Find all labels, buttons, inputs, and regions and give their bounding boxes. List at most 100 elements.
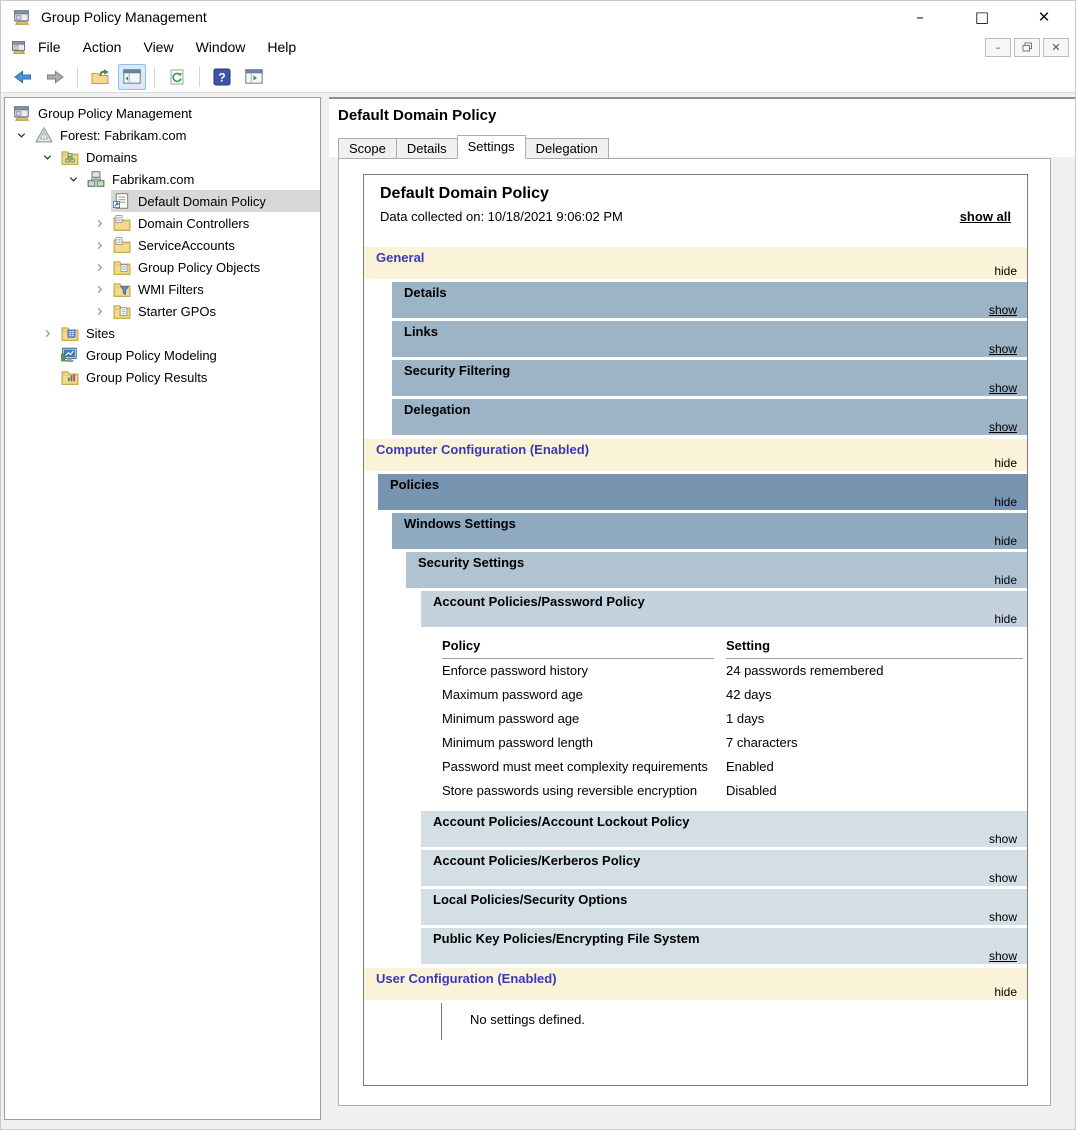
menu-bar: File Action View Window Help – ✕: [1, 33, 1075, 61]
section-user-configuration: User Configuration (Enabled) hide: [364, 968, 1027, 1000]
tree-item-forest[interactable]: Forest: Fabrikam.com: [5, 124, 320, 146]
chevron-down-icon[interactable]: [9, 130, 33, 141]
user-configuration-hide-link[interactable]: hide: [994, 985, 1017, 999]
forward-arrow-icon: [46, 70, 64, 84]
tab-strip: Scope Details Settings Delegation: [338, 135, 608, 159]
chevron-right-icon[interactable]: [87, 218, 111, 229]
starter-gpo-folder-icon: [113, 302, 131, 320]
tree-item-domains[interactable]: Domains: [5, 146, 320, 168]
section-delegation-show-link[interactable]: show: [989, 420, 1017, 434]
policies-hide-link[interactable]: hide: [994, 495, 1017, 509]
show-all-link[interactable]: show all: [960, 209, 1011, 224]
section-security-filtering: Security Filtering show: [392, 360, 1027, 396]
no-settings-stub-cell: [364, 1003, 442, 1040]
tree-item-group-policy-modeling[interactable]: Group Policy Modeling: [5, 344, 320, 366]
forward-button[interactable]: [41, 64, 69, 90]
toolbar-separator: [77, 67, 78, 87]
section-general: General hide: [364, 247, 1027, 279]
tree-item-starter-gpos[interactable]: Starter GPOs: [5, 300, 320, 322]
window-close-button[interactable]: ✕: [1013, 1, 1075, 33]
tree-item-serviceaccounts[interactable]: ServiceAccounts: [5, 234, 320, 256]
efs-show-link[interactable]: show: [989, 949, 1017, 963]
toolbar-separator: [199, 67, 200, 87]
tab-delegation[interactable]: Delegation: [525, 138, 609, 159]
security-settings-hide-link[interactable]: hide: [994, 573, 1017, 587]
console-tree-panel: Group Policy Management Forest: Fabrikam…: [4, 97, 321, 1120]
section-windows-settings: Windows Settings hide: [392, 513, 1027, 549]
section-kerberos-policy: Account Policies/Kerberos Policy show: [421, 850, 1027, 886]
window-maximize-button[interactable]: □: [951, 1, 1013, 33]
section-security-options: Local Policies/Security Options show: [421, 889, 1027, 925]
export-list-button[interactable]: [86, 64, 114, 90]
gpo-folder-icon: [113, 258, 131, 276]
section-password-policy: Account Policies/Password Policy hide: [421, 591, 1027, 627]
menu-file[interactable]: File: [27, 35, 72, 59]
export-folder-icon: [91, 69, 109, 85]
console-tree-toggle-button[interactable]: [118, 64, 146, 90]
menu-window[interactable]: Window: [185, 35, 257, 59]
chevron-down-icon[interactable]: [61, 174, 85, 185]
mdi-minimize-button[interactable]: –: [985, 38, 1011, 57]
table-row: Enforce password history 24 passwords re…: [442, 659, 1023, 683]
chevron-right-icon[interactable]: [87, 240, 111, 251]
tab-scope[interactable]: Scope: [338, 138, 397, 159]
section-general-hide-link[interactable]: hide: [994, 264, 1017, 278]
chevron-down-icon[interactable]: [35, 152, 59, 163]
wmi-folder-icon: [113, 280, 131, 298]
tree-item-group-policy-management[interactable]: Group Policy Management: [5, 102, 320, 124]
section-delegation: Delegation show: [392, 399, 1027, 435]
window-minimize-button[interactable]: –: [889, 1, 951, 33]
security-options-show-link[interactable]: show: [989, 910, 1017, 924]
tab-details[interactable]: Details: [396, 138, 458, 159]
password-policy-hide-link[interactable]: hide: [994, 612, 1017, 626]
help-button[interactable]: ?: [208, 64, 236, 90]
modeling-icon: [61, 346, 79, 364]
section-links: Links show: [392, 321, 1027, 357]
section-security-settings: Security Settings hide: [406, 552, 1027, 588]
section-account-lockout-policy: Account Policies/Account Lockout Policy …: [421, 811, 1027, 847]
domain-icon: [87, 170, 105, 188]
report-title: Default Domain Policy: [380, 185, 1013, 203]
menu-view[interactable]: View: [132, 35, 184, 59]
tree-item-domain-controllers[interactable]: Domain Controllers: [5, 212, 320, 234]
sites-folder-icon: [61, 324, 79, 342]
section-links-show-link[interactable]: show: [989, 342, 1017, 356]
account-lockout-show-link[interactable]: show: [989, 832, 1017, 846]
table-row: Store passwords using reversible encrypt…: [442, 779, 1023, 803]
ou-folder-icon: [113, 214, 131, 232]
chevron-right-icon[interactable]: [35, 328, 59, 339]
chevron-right-icon[interactable]: [87, 284, 111, 295]
app-icon: [13, 8, 31, 26]
section-details-show-link[interactable]: show: [989, 303, 1017, 317]
menu-action[interactable]: Action: [72, 35, 133, 59]
table-row: Maximum password age 42 days: [442, 683, 1023, 707]
chevron-right-icon[interactable]: [87, 262, 111, 273]
tree-item-default-domain-policy[interactable]: Default Domain Policy: [5, 190, 320, 212]
table-header-row: Policy Setting: [442, 634, 1023, 659]
windows-settings-hide-link[interactable]: hide: [994, 534, 1017, 548]
chevron-right-icon[interactable]: [87, 306, 111, 317]
help-icon: ?: [213, 68, 231, 86]
section-encrypting-file-system: Public Key Policies/Encrypting File Syst…: [421, 928, 1027, 964]
restore-icon: [1022, 42, 1033, 52]
settings-report: Default Domain Policy Data collected on:…: [363, 174, 1028, 1086]
new-window-icon: [245, 69, 263, 84]
console-icon: [11, 39, 27, 55]
tree-item-group-policy-results[interactable]: Group Policy Results: [5, 366, 320, 388]
mdi-close-button[interactable]: ✕: [1043, 38, 1069, 57]
back-button[interactable]: [9, 64, 37, 90]
section-security-filtering-show-link[interactable]: show: [989, 381, 1017, 395]
tree-item-wmi-filters[interactable]: WMI Filters: [5, 278, 320, 300]
section-details: Details show: [392, 282, 1027, 318]
mdi-restore-button[interactable]: [1014, 38, 1040, 57]
tab-settings[interactable]: Settings: [457, 135, 526, 159]
tree-item-sites[interactable]: Sites: [5, 322, 320, 344]
menu-help[interactable]: Help: [256, 35, 307, 59]
kerberos-policy-show-link[interactable]: show: [989, 871, 1017, 885]
tree-item-group-policy-objects[interactable]: Group Policy Objects: [5, 256, 320, 278]
refresh-button[interactable]: [163, 64, 191, 90]
new-window-button[interactable]: [240, 64, 268, 90]
tree-item-fabrikam[interactable]: Fabrikam.com: [5, 168, 320, 190]
computer-configuration-hide-link[interactable]: hide: [994, 456, 1017, 470]
domains-folder-icon: [61, 148, 79, 166]
